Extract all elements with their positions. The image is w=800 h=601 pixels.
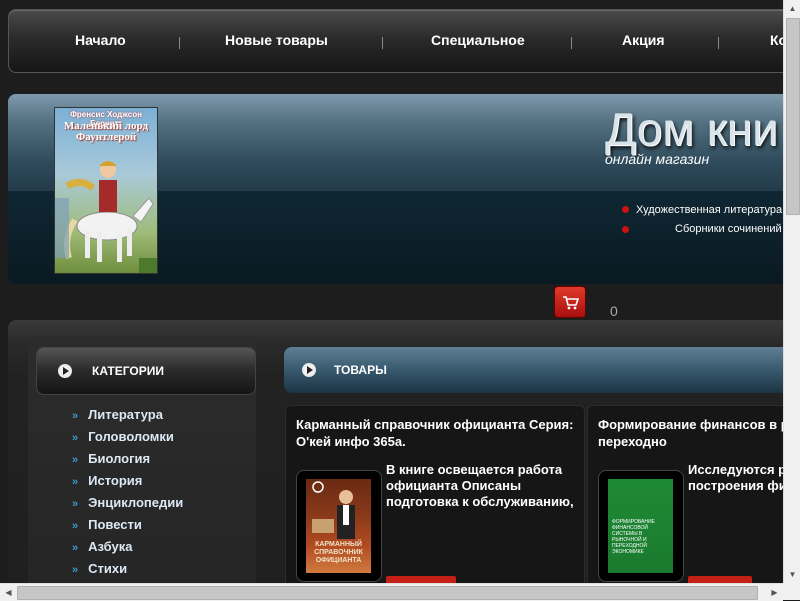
cart-button[interactable] xyxy=(554,286,586,318)
book-cover-art: КАРМАННЫЙ СПРАВОЧНИК ОФИЦИАНТА xyxy=(306,479,371,573)
banner-book-cover-image[interactable]: Френсис Ходжсон Бернетт Маленький лорд Ф… xyxy=(54,107,158,274)
nav-new-products[interactable]: Новые товары xyxy=(225,10,328,72)
product-title[interactable]: Карманный справочник официанта Серия: О'… xyxy=(296,416,584,450)
nav-divider xyxy=(382,37,383,49)
horse-rider-illustration xyxy=(55,161,157,273)
product-action-button[interactable] xyxy=(688,576,752,583)
arrow-right-icon: » xyxy=(72,542,79,554)
product-description: В книге освещается работа официанта Опис… xyxy=(386,462,574,509)
site-title[interactable]: Дом кни xyxy=(605,102,778,156)
nav-contacts[interactable]: Ко xyxy=(770,10,783,72)
scroll-down-arrow-icon[interactable]: ▼ xyxy=(784,566,800,583)
book-cover-title: КАРМАННЫЙ СПРАВОЧНИК ОФИЦИАНТА xyxy=(314,541,363,564)
products-header: ТОВАРЫ xyxy=(284,347,783,393)
book-cover-art: ФОРМИРОВАНИЕ ФИНАНСОВОЙ СИСТЕМЫ В РЫНОЧН… xyxy=(608,479,673,573)
arrow-right-icon: » xyxy=(72,564,79,576)
category-item[interactable]: » История xyxy=(72,473,142,488)
product-title[interactable]: Формирование финансов в рыночной и перех… xyxy=(598,416,783,450)
page-viewport: Начало Новые товары Специальное Акция Ко… xyxy=(0,0,783,583)
horizontal-scroll-thumb[interactable] xyxy=(17,586,758,600)
product-action-button[interactable] xyxy=(386,576,456,583)
bullet-dot-icon xyxy=(622,226,629,233)
category-item[interactable]: » Повести xyxy=(72,517,142,532)
category-label: Азбука xyxy=(88,539,133,554)
scroll-right-arrow-icon[interactable]: ▶ xyxy=(766,584,783,601)
bullet-dot-icon xyxy=(622,206,629,213)
scroll-up-arrow-icon[interactable]: ▲ xyxy=(784,0,800,17)
product-cover-image[interactable]: КАРМАННЫЙ СПРАВОЧНИК ОФИЦИАНТА xyxy=(296,470,382,582)
nav-divider xyxy=(718,37,719,49)
play-circle-icon xyxy=(58,364,72,378)
link-fiction[interactable]: Художественная литература xyxy=(636,204,782,216)
scroll-left-arrow-icon[interactable]: ◀ xyxy=(0,584,17,601)
play-circle-icon xyxy=(302,363,316,377)
category-label: Стихи xyxy=(88,561,128,576)
site-subtitle: онлайн магазин xyxy=(605,151,710,167)
book-cover-title: ФОРМИРОВАНИЕ ФИНАНСОВОЙ СИСТЕМЫ В РЫНОЧН… xyxy=(612,519,655,555)
products-title: ТОВАРЫ xyxy=(334,363,387,377)
category-item[interactable]: » Энциклопедии xyxy=(72,495,183,510)
category-label: Биология xyxy=(88,451,151,466)
category-label: История xyxy=(88,473,143,488)
arrow-right-icon: » xyxy=(72,410,79,422)
product-card: Карманный справочник официанта Серия: О'… xyxy=(285,405,585,583)
categories-title: КАТЕГОРИИ xyxy=(92,364,164,378)
category-item[interactable]: » Биология xyxy=(72,451,150,466)
arrow-right-icon: » xyxy=(72,498,79,510)
horizontal-scrollbar[interactable]: ◀ ▶ xyxy=(0,583,783,601)
arrow-right-icon: » xyxy=(72,454,79,466)
shopping-cart-icon xyxy=(563,296,580,310)
link-collected-works[interactable]: Сборники сочинений xyxy=(675,223,782,235)
category-label: Энциклопедии xyxy=(88,495,184,510)
arrow-right-icon: » xyxy=(72,520,79,532)
category-item[interactable]: » Головоломки xyxy=(72,429,174,444)
nav-divider xyxy=(179,37,180,49)
vertical-scrollbar[interactable]: ▲ ▼ xyxy=(783,0,800,583)
top-navigation: Начало Новые товары Специальное Акция Ко xyxy=(8,9,783,73)
arrow-right-icon: » xyxy=(72,476,79,488)
header-banner: Френсис Ходжсон Бернетт Маленький лорд Ф… xyxy=(8,94,783,284)
nav-specials[interactable]: Специальное xyxy=(431,10,525,72)
category-item[interactable]: » Литература xyxy=(72,407,163,422)
category-label: Повести xyxy=(88,517,142,532)
nav-home[interactable]: Начало xyxy=(75,10,126,72)
arrow-right-icon: » xyxy=(72,432,79,444)
cart-item-count: 0 xyxy=(610,303,618,319)
category-item[interactable]: » Азбука xyxy=(72,539,132,554)
nav-promo[interactable]: Акция xyxy=(622,10,665,72)
product-cover-image[interactable]: ФОРМИРОВАНИЕ ФИНАНСОВОЙ СИСТЕМЫ В РЫНОЧН… xyxy=(598,470,684,582)
category-label: Головоломки xyxy=(88,429,174,444)
nav-divider xyxy=(571,37,572,49)
product-card: Формирование финансов в рыночной и перех… xyxy=(587,405,783,583)
category-label: Литература xyxy=(88,407,163,422)
scrollbar-corner xyxy=(783,583,800,600)
categories-header: КАТЕГОРИИ xyxy=(36,347,256,395)
vertical-scroll-thumb[interactable] xyxy=(786,18,800,215)
product-description: Исследуются различные ас построения фина… xyxy=(688,462,783,493)
category-item[interactable]: » Стихи xyxy=(72,561,127,576)
